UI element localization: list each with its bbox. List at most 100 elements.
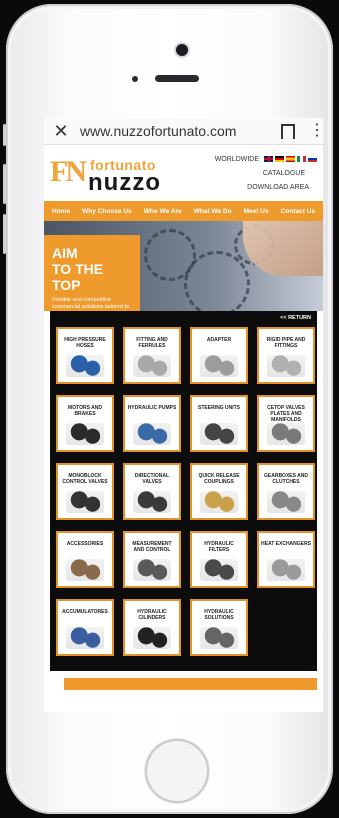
proximity-sensor: [132, 76, 138, 82]
product-tile-label: ACCESSORIES: [66, 541, 104, 547]
product-catalog: << RETURN HIGH PRESSURE HOSES FITTING AND…: [50, 311, 317, 671]
product-tile-label: HIGH PRESSURE HOSES: [64, 337, 106, 349]
side-button: [3, 164, 6, 204]
product-tile-label: MEASUREMENT AND CONTROL: [132, 541, 172, 553]
front-camera: [176, 44, 188, 56]
product-tile-label: GEARBOXES AND CLUTCHES: [264, 473, 308, 485]
product-tile[interactable]: ACCESSORIES: [56, 531, 114, 588]
product-tile-label: QUICK RELEASE COUPLINGS: [198, 473, 240, 485]
earpiece-speaker: [155, 75, 199, 82]
product-tile-label: HYDRAULIC FILTERS: [204, 541, 234, 553]
nav-why-choose-us[interactable]: Why Choose Us: [82, 208, 131, 215]
product-tile[interactable]: HYDRAULIC PUMPS: [123, 395, 181, 452]
phone-frame: ✕ www.nuzzofortunato.com ⋮ FN fortunato …: [3, 4, 333, 814]
product-image: [200, 627, 238, 649]
product-tile-label: MONOBLOCK CONTROL VALVES: [62, 473, 108, 485]
header-links: WORLDWIDE CATALOGUE DOWNLOAD AREA: [215, 153, 317, 195]
close-icon[interactable]: ✕: [50, 121, 72, 142]
footer-bar: [64, 678, 317, 690]
product-tile[interactable]: ACCUMULATORES: [56, 599, 114, 656]
nav-who-we-are[interactable]: Who We Are: [144, 208, 182, 215]
hero-subtitle: Flexible and competitive commercial solu…: [52, 297, 130, 310]
bookmark-icon[interactable]: [281, 123, 295, 143]
product-tile[interactable]: MOTORS AND BRAKES: [56, 395, 114, 452]
product-tile-label: HYDRAULIC CILINDERS: [137, 609, 167, 621]
product-tile[interactable]: STEERING UNITS: [190, 395, 248, 452]
product-image: [267, 423, 305, 445]
hero-title-line2: TO THE TOP: [52, 261, 104, 293]
flag-uk-icon[interactable]: [264, 156, 273, 163]
worldwide-row: WORLDWIDE: [215, 153, 317, 167]
product-tile-label: CETOP VALVES PLATES AND MANIFOLDS: [267, 405, 305, 423]
product-image: [133, 559, 171, 581]
product-image: [267, 355, 305, 377]
product-image: [66, 423, 104, 445]
product-tile-label: STEERING UNITS: [198, 405, 240, 411]
product-image: [133, 423, 171, 445]
worldwide-link[interactable]: WORLDWIDE: [215, 156, 259, 163]
nav-contact-us[interactable]: Contact Us: [281, 208, 315, 215]
product-image: [66, 559, 104, 581]
product-tile[interactable]: GEARBOXES AND CLUTCHES: [257, 463, 315, 520]
product-tile-label: HYDRAULIC PUMPS: [127, 405, 177, 411]
flag-es-icon[interactable]: [286, 156, 295, 163]
product-tile-label: HYDRAULIC SOLUTIONS: [204, 609, 234, 621]
product-image: [133, 491, 171, 513]
product-image: [200, 491, 238, 513]
catalogue-link[interactable]: CATALOGUE: [215, 167, 317, 181]
product-tile[interactable]: HYDRAULIC SOLUTIONS: [190, 599, 248, 656]
site-header: FN fortunato nuzzo WORLDWIDE CATALOGUE D…: [44, 145, 323, 201]
product-image: [66, 491, 104, 513]
url-text[interactable]: www.nuzzofortunato.com: [72, 123, 281, 139]
side-button: [3, 214, 6, 254]
product-image: [267, 491, 305, 513]
flag-ru-icon[interactable]: [308, 156, 317, 163]
product-tile[interactable]: ADAPTER: [190, 327, 248, 384]
hero-banner: AIM TO THE TOP Flexible and competitive …: [44, 221, 323, 311]
hand-image: [243, 221, 323, 276]
product-tile[interactable]: HIGH PRESSURE HOSES: [56, 327, 114, 384]
product-image: [200, 559, 238, 581]
product-tile[interactable]: HYDRAULIC FILTERS: [190, 531, 248, 588]
product-tile[interactable]: RIGID PIPE AND FITTINGS: [257, 327, 315, 384]
product-image: [66, 355, 104, 377]
product-tile-label: ADAPTER: [206, 337, 232, 343]
home-button[interactable]: [145, 739, 209, 803]
screen: ✕ www.nuzzofortunato.com ⋮ FN fortunato …: [44, 118, 323, 712]
product-tile-label: HEAT EXCHANGERS: [261, 541, 311, 547]
product-tile-label: ACCUMULATORES: [62, 609, 108, 615]
more-menu-icon[interactable]: ⋮: [309, 123, 323, 139]
product-grid: HIGH PRESSURE HOSES FITTING AND FERRULES A…: [56, 327, 315, 656]
side-button: [3, 124, 6, 146]
product-tile-label: RIGID PIPE AND FITTINGS: [266, 337, 306, 349]
product-tile-label: MOTORS AND BRAKES: [68, 405, 102, 417]
product-tile[interactable]: HEAT EXCHANGERS: [257, 531, 315, 588]
product-image: [133, 627, 171, 649]
return-link[interactable]: << RETURN: [280, 315, 311, 321]
flag-de-icon[interactable]: [275, 156, 284, 163]
product-image: [200, 423, 238, 445]
product-tile[interactable]: MONOBLOCK CONTROL VALVES: [56, 463, 114, 520]
hero-title-line1: AIM: [52, 245, 78, 261]
flag-it-icon[interactable]: [297, 156, 306, 163]
product-image: [66, 627, 104, 649]
brand-name-bottom: nuzzo: [88, 169, 161, 196]
brand-logo-mark[interactable]: FN: [50, 155, 87, 191]
product-image: [200, 355, 238, 377]
nav-what-we-do[interactable]: What We Do: [194, 208, 232, 215]
nav-home[interactable]: Home: [52, 208, 70, 215]
main-nav: Home Why Choose Us Who We Are What We Do…: [44, 201, 323, 221]
product-tile-label: DIRECTIONAL VALVES: [134, 473, 170, 485]
product-tile[interactable]: CETOP VALVES PLATES AND MANIFOLDS: [257, 395, 315, 452]
download-area-link[interactable]: DOWNLOAD AREA: [215, 181, 317, 195]
product-tile[interactable]: QUICK RELEASE COUPLINGS: [190, 463, 248, 520]
product-tile[interactable]: MEASUREMENT AND CONTROL: [123, 531, 181, 588]
nav-meet-us[interactable]: Meet Us: [244, 208, 269, 215]
product-image: [267, 559, 305, 581]
hero-text-box: AIM TO THE TOP Flexible and competitive …: [44, 235, 140, 311]
product-tile[interactable]: FITTING AND FERRULES: [123, 327, 181, 384]
product-tile[interactable]: HYDRAULIC CILINDERS: [123, 599, 181, 656]
browser-url-bar: ✕ www.nuzzofortunato.com ⋮: [44, 118, 323, 145]
product-tile-label: FITTING AND FERRULES: [136, 337, 168, 349]
product-tile[interactable]: DIRECTIONAL VALVES: [123, 463, 181, 520]
